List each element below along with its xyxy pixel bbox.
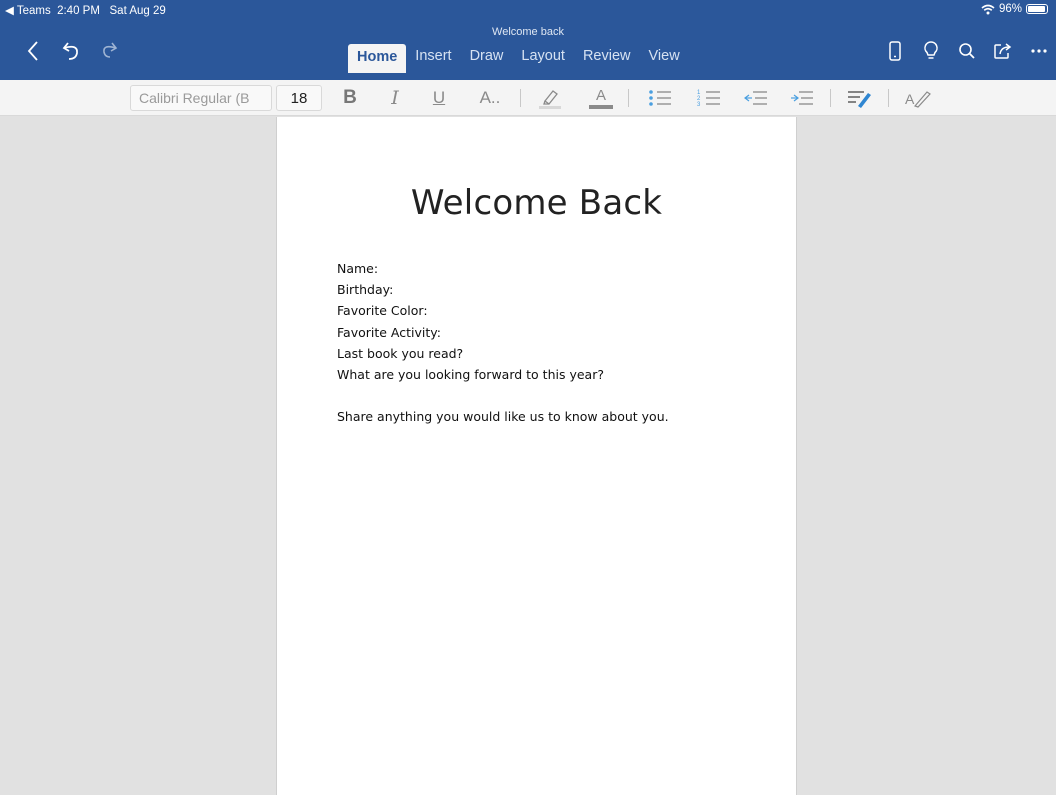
document-body: Name: Birthday: Favorite Color: Favorite… — [337, 258, 669, 427]
outdent-icon — [744, 91, 767, 105]
styles-button[interactable]: A — [902, 86, 934, 110]
body-line-birthday: Birthday: — [337, 282, 394, 298]
font-color-button[interactable]: A — [585, 86, 617, 110]
search-button[interactable] — [954, 38, 980, 64]
share-icon — [994, 43, 1012, 59]
font-color-letter: A — [595, 86, 606, 104]
status-time: 2:40 PM — [57, 5, 100, 17]
italic-button[interactable]: I — [383, 86, 407, 110]
search-icon — [959, 43, 975, 59]
redo-button[interactable] — [96, 38, 122, 64]
tab-view[interactable]: View — [640, 44, 689, 73]
tell-me-button[interactable] — [918, 38, 944, 64]
numbered-list-icon: 123 — [697, 90, 720, 108]
share-button[interactable] — [990, 38, 1016, 64]
phone-icon — [889, 41, 901, 61]
status-bar-right: 96% — [981, 3, 1048, 15]
svg-text:A: A — [905, 91, 915, 107]
paragraph-formatting-button[interactable] — [844, 86, 876, 110]
body-line-name: Name: — [337, 261, 379, 276]
font-size-field[interactable]: 18 — [276, 85, 322, 111]
redo-icon — [103, 42, 118, 58]
body-line-favorite-color: Favorite Color: — [337, 303, 428, 319]
more-options-button[interactable] — [1026, 38, 1052, 64]
ellipsis-icon — [1031, 49, 1047, 53]
font-name-field[interactable]: Calibri Regular (B — [130, 85, 272, 111]
tab-draw[interactable]: Draw — [461, 44, 513, 73]
document-title: Welcome back — [492, 26, 564, 38]
underline-button[interactable]: U — [426, 86, 452, 110]
increase-indent-button[interactable] — [786, 86, 818, 110]
tab-home[interactable]: Home — [348, 44, 407, 73]
paragraph-style-icon — [848, 91, 871, 108]
ribbon-separator — [830, 89, 831, 107]
bold-button[interactable]: B — [338, 86, 362, 110]
numbering-button[interactable]: 123 — [693, 86, 725, 110]
ribbon-separator — [628, 89, 629, 107]
document-heading: Welcome Back — [410, 183, 663, 223]
tab-insert[interactable]: Insert — [406, 44, 460, 73]
svg-text:3: 3 — [697, 102, 701, 108]
status-date: Sat Aug 29 — [109, 5, 166, 17]
undo-button[interactable] — [58, 38, 86, 64]
ribbon-separator — [888, 89, 889, 107]
battery-icon — [1026, 4, 1048, 14]
highlighter-icon — [539, 90, 561, 109]
status-bar-left: ◀ Teams 2:40 PM Sat Aug 29 — [5, 3, 166, 17]
document-page[interactable]: Welcome Back Name: Birthday: Favorite Co… — [276, 117, 797, 795]
back-to-app-link[interactable]: ◀ Teams — [5, 5, 51, 17]
bullet-list-icon — [649, 90, 671, 106]
wifi-icon — [981, 4, 995, 14]
font-options-button[interactable]: A.. — [470, 86, 510, 110]
ribbon-tabs: Home Insert Draw Layout Review View — [348, 44, 689, 73]
title-bar-actions — [882, 38, 1052, 64]
undo-icon — [62, 42, 78, 60]
battery-percent: 96% — [998, 3, 1022, 15]
mobile-view-button[interactable] — [882, 38, 908, 64]
home-ribbon: Calibri Regular (B 18 B I U A.. A 123 A — [0, 80, 1056, 116]
body-line-looking-forward: What are you looking forward to this yea… — [337, 366, 604, 382]
bullets-button[interactable] — [644, 86, 676, 110]
body-line-share: Share anything you would like us to know… — [337, 409, 669, 425]
styles-brush-icon: A — [905, 91, 931, 108]
font-color-glyph: A — [589, 88, 613, 109]
back-button[interactable] — [22, 38, 44, 64]
decrease-indent-button[interactable] — [740, 86, 772, 110]
body-line-favorite-activity: Favorite Activity: — [337, 324, 441, 340]
font-color-swatch — [589, 104, 613, 109]
indent-icon — [791, 91, 813, 105]
tab-review[interactable]: Review — [574, 44, 640, 73]
title-bar: ◀ Teams 2:40 PM Sat Aug 29 96% Welcome b… — [0, 0, 1056, 80]
lightbulb-icon — [924, 41, 938, 59]
tab-layout[interactable]: Layout — [512, 44, 574, 73]
chevron-left-icon — [27, 41, 38, 61]
highlight-button[interactable] — [535, 86, 565, 110]
ribbon-separator — [520, 89, 521, 107]
body-line-last-book: Last book you read? — [337, 345, 464, 361]
